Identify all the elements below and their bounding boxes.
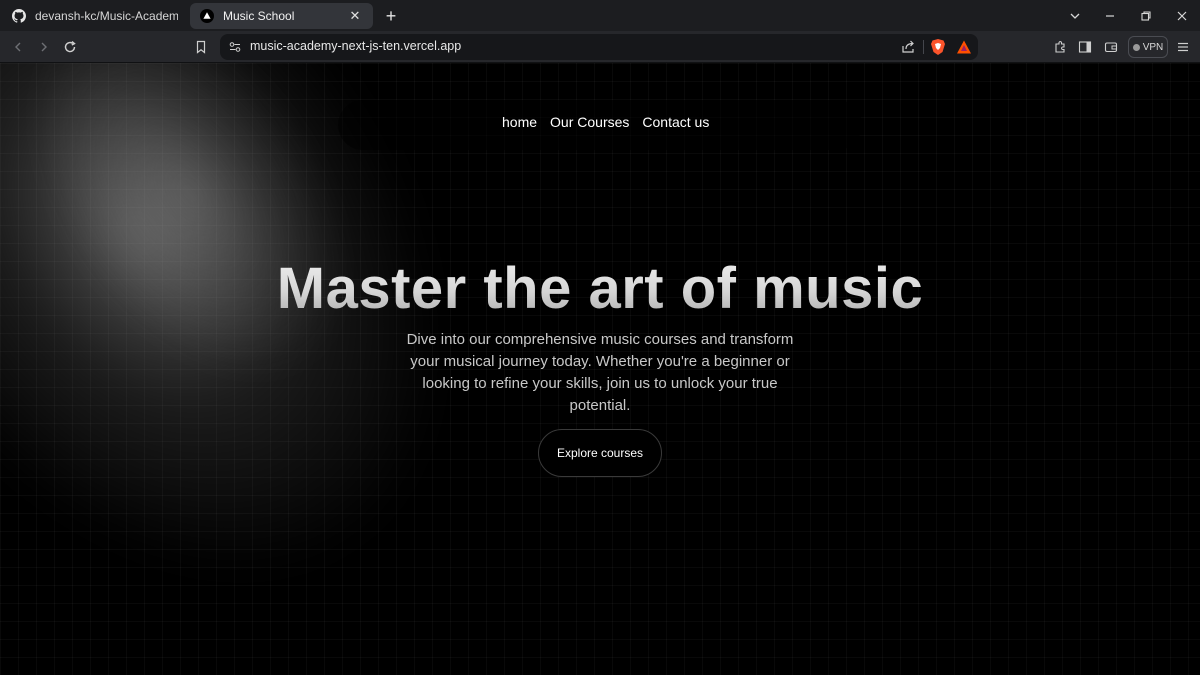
github-icon <box>12 9 26 23</box>
hero-description: Dive into our comprehensive music course… <box>406 331 794 414</box>
forward-icon[interactable] <box>33 36 55 58</box>
browser-toolbar: music-academy-next-js-ten.vercel.app VPN <box>0 31 1200 63</box>
nav-link-contact-us[interactable]: Contact us <box>642 114 709 130</box>
restore-icon[interactable] <box>1135 5 1157 27</box>
site-info-icon[interactable] <box>228 40 242 54</box>
brave-shields-icon[interactable] <box>930 38 946 56</box>
hero-title: Master the art of music <box>0 255 1200 322</box>
back-icon[interactable] <box>7 36 29 58</box>
divider <box>923 40 924 54</box>
tab-music-school[interactable]: Music School ✕ <box>190 3 373 29</box>
extensions-icon[interactable] <box>1049 36 1071 58</box>
tab-label: Music School <box>223 9 295 23</box>
address-bar[interactable]: music-academy-next-js-ten.vercel.app <box>220 34 978 60</box>
tab-search-icon[interactable] <box>1064 5 1086 27</box>
nav-link-our-courses[interactable]: Our Courses <box>550 114 629 130</box>
nav-link-home[interactable]: home <box>502 114 537 130</box>
page-viewport: home Our Courses Contact us Master the a… <box>0 63 1200 675</box>
close-window-icon[interactable] <box>1171 5 1193 27</box>
tab-label: devansh-kc/Music-Academy-next-js <box>35 9 178 23</box>
brave-rewards-icon[interactable] <box>956 39 972 55</box>
wallet-icon[interactable] <box>1100 36 1122 58</box>
vpn-label: VPN <box>1142 41 1164 53</box>
tab-github[interactable]: devansh-kc/Music-Academy-next-js <box>2 3 188 29</box>
triangle-icon <box>200 9 214 23</box>
reload-icon[interactable] <box>59 36 81 58</box>
share-icon[interactable] <box>900 39 916 55</box>
main-nav: home Our Courses Contact us <box>502 114 709 130</box>
close-icon[interactable]: ✕ <box>347 8 363 24</box>
minimize-icon[interactable] <box>1099 5 1121 27</box>
sidebar-icon[interactable] <box>1074 36 1096 58</box>
vpn-button[interactable]: VPN <box>1128 36 1168 58</box>
bookmark-icon[interactable] <box>190 36 212 58</box>
vpn-status-icon <box>1132 43 1140 51</box>
new-tab-button[interactable]: + <box>381 6 401 26</box>
tab-strip: devansh-kc/Music-Academy-next-js Music S… <box>0 0 1200 31</box>
menu-icon[interactable] <box>1172 36 1194 58</box>
explore-courses-button[interactable]: Explore courses <box>538 429 662 477</box>
url-text: music-academy-next-js-ten.vercel.app <box>250 39 462 53</box>
